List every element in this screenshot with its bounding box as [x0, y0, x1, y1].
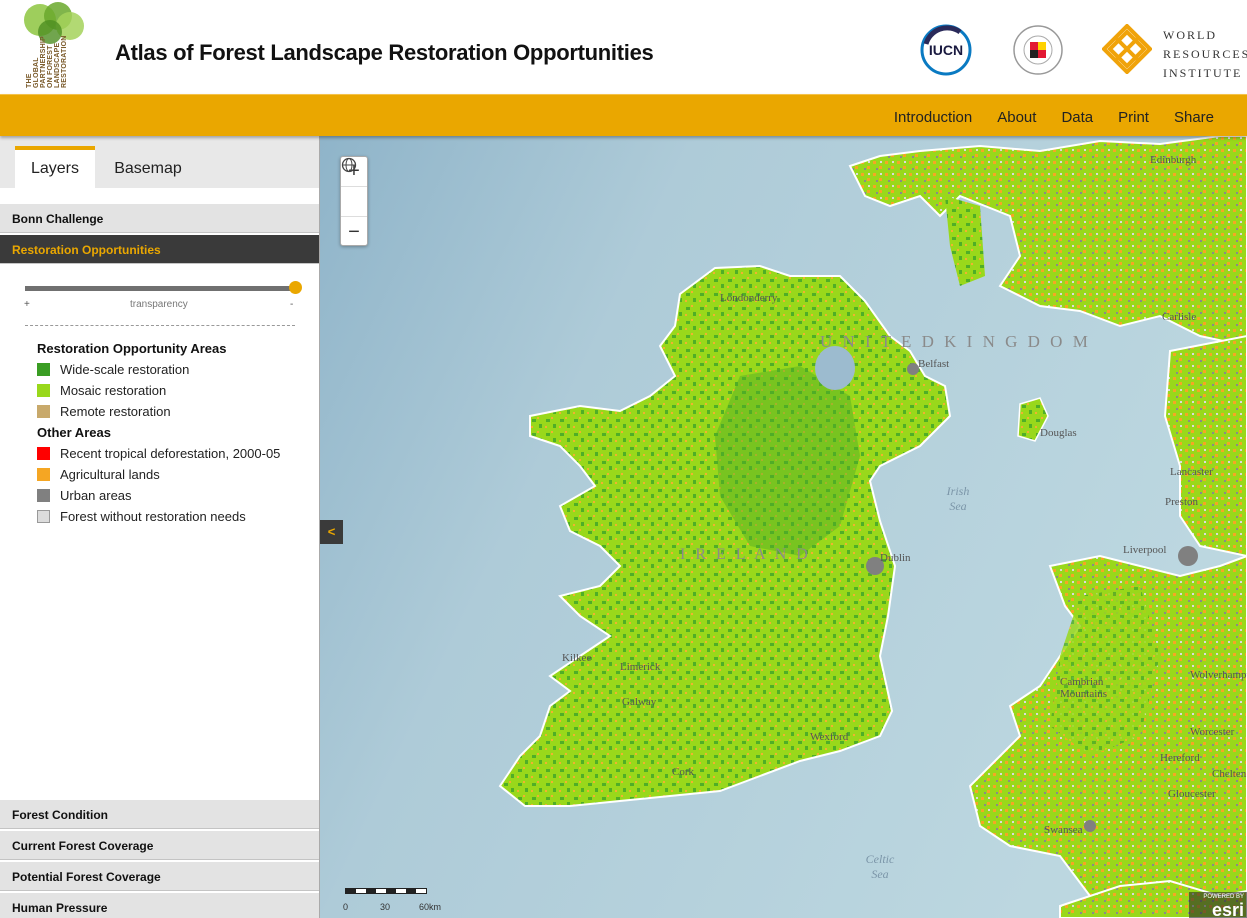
legend-item: Mosaic restoration [37, 383, 317, 404]
legend: Restoration Opportunity Areas Wide-scale… [37, 341, 317, 530]
globe-icon [341, 157, 357, 173]
cambrian-mountains-label: Cambrian Mountains [1060, 676, 1108, 700]
legend-item: Wide-scale restoration [37, 362, 317, 383]
section-human-pressure[interactable]: Human Pressure [0, 892, 319, 918]
legend-swatch [37, 384, 50, 397]
scale-label-60km: 60km [419, 902, 442, 912]
city-wolverhampton: Wolverhampton [1190, 669, 1247, 681]
legend-swatch [37, 468, 50, 481]
legend-item: Remote restoration [37, 404, 317, 425]
wri-line-2: RESOURCES [1163, 47, 1247, 61]
esri-attribution[interactable]: POWERED BY esri [1189, 892, 1247, 918]
wri-text: WORLD RESOURCES INSTITUTE [1163, 26, 1247, 83]
partnership-logo-text: THE GLOBAL PARTNERSHIP ON FOREST LANDSCA… [26, 35, 68, 89]
section-bonn-challenge[interactable]: Bonn Challenge [0, 203, 319, 233]
legend-swatch [37, 489, 50, 502]
transparency-slider-handle[interactable] [289, 281, 302, 294]
map-view[interactable]: U N I T E D K I N G D O M I R E L A N D … [320, 136, 1247, 918]
legend-item: Recent tropical deforestation, 2000-05 [37, 446, 317, 467]
swansea-urban [1084, 820, 1096, 832]
nav-data[interactable]: Data [1061, 109, 1093, 126]
city-swansea: Swansea [1044, 824, 1083, 836]
map-canvas[interactable] [320, 136, 1247, 918]
scale-label-30: 30 [380, 902, 391, 912]
city-douglas: Douglas [1040, 427, 1077, 439]
nav-print[interactable]: Print [1118, 109, 1149, 126]
main-navbar: Introduction About Data Print Share [0, 94, 1247, 136]
city-carlisle: Carlisle [1162, 311, 1197, 323]
city-limerick: Limerick [620, 661, 661, 673]
celtic-sea-label: Celtic Sea [865, 852, 895, 881]
wri-logo-icon[interactable] [1102, 24, 1152, 74]
legend-label: Recent tropical deforestation, 2000-05 [60, 446, 281, 461]
legend-label: Wide-scale restoration [60, 362, 190, 377]
transparency-label: transparency [130, 299, 188, 310]
city-hereford: Hereford [1160, 752, 1200, 764]
lough-neagh [815, 346, 855, 390]
university-of-maryland-seal-icon[interactable] [1012, 24, 1064, 76]
legend-swatch [37, 363, 50, 376]
sidebar-tabs: Layers Basemap [0, 136, 319, 188]
city-liverpool: Liverpool [1123, 544, 1167, 556]
slider-minus-label: - [290, 299, 294, 310]
legend-swatch [37, 510, 50, 523]
iucn-label: IUCN [929, 42, 963, 58]
legend-label: Mosaic restoration [60, 383, 167, 398]
esri-logo: esri [1211, 900, 1244, 918]
city-wexford: Wexford [810, 731, 849, 743]
city-galway: Galway [622, 696, 657, 708]
section-current-forest-coverage[interactable]: Current Forest Coverage [0, 830, 319, 860]
wri-line-1: WORLD [1163, 28, 1217, 42]
legend-swatch [37, 405, 50, 418]
header: THE GLOBAL PARTNERSHIP ON FOREST LANDSCA… [0, 0, 1247, 94]
city-kilkee: Kilkee [562, 652, 592, 664]
legend-item: Urban areas [37, 488, 317, 509]
city-lancaster: Lancaster [1170, 466, 1213, 478]
section-forest-condition[interactable]: Forest Condition [0, 799, 319, 829]
nav-menu: Introduction About Data Print Share [894, 109, 1214, 126]
city-edinburgh: Edinburgh [1150, 154, 1197, 166]
city-belfast: Belfast [918, 358, 950, 370]
page-title: Atlas of Forest Landscape Restoration Op… [115, 40, 654, 65]
scale-label-0: 0 [343, 902, 349, 912]
divider [25, 325, 295, 326]
city-londonderry: Londonderry [720, 292, 778, 304]
layers-sidebar: Layers Basemap Bonn Challenge Restoratio… [0, 136, 320, 918]
legend-item: Forest without restoration needs [37, 509, 317, 530]
legend-group-title: Restoration Opportunity Areas [37, 341, 227, 356]
city-preston: Preston [1165, 496, 1198, 508]
city-dublin: Dublin [880, 552, 911, 564]
city-worcester: Worcester [1190, 726, 1235, 738]
globe-home-icon[interactable] [341, 157, 367, 217]
tab-basemap[interactable]: Basemap [100, 146, 196, 188]
legend-label: Agricultural lands [60, 467, 160, 482]
nav-share[interactable]: Share [1174, 109, 1214, 126]
irish-sea-label: Irish Sea [946, 484, 970, 513]
transparency-slider-track[interactable] [25, 286, 295, 291]
city-cheltenham: Chelten [1212, 768, 1247, 780]
nav-about[interactable]: About [997, 109, 1036, 126]
section-restoration-opportunities[interactable]: Restoration Opportunities [0, 234, 319, 264]
city-cork: Cork [672, 766, 694, 778]
zoom-out-button[interactable]: − [341, 217, 367, 247]
legend-label: Urban areas [60, 488, 132, 503]
legend-label: Remote restoration [60, 404, 171, 419]
city-gloucester: Gloucester [1168, 788, 1216, 800]
scale-bar [345, 888, 427, 894]
legend-item: Agricultural lands [37, 467, 317, 488]
liverpool-urban [1178, 546, 1198, 566]
wri-line-3: INSTITUTE [1163, 66, 1243, 80]
collapse-sidebar-button[interactable]: < [320, 520, 343, 544]
legend-label: Forest without restoration needs [60, 509, 246, 524]
ireland-country-label: I R E L A N D [680, 546, 811, 563]
uk-country-label: U N I T E D K I N G D O M [820, 332, 1091, 351]
zoom-control: + − [340, 156, 368, 246]
legend-group-title: Other Areas [37, 425, 111, 440]
tab-layers[interactable]: Layers [15, 146, 95, 188]
legend-swatch [37, 447, 50, 460]
slider-plus-label: + [24, 299, 30, 310]
iucn-logo[interactable]: IUCN [920, 24, 972, 76]
section-potential-forest-coverage[interactable]: Potential Forest Coverage [0, 861, 319, 891]
nav-introduction[interactable]: Introduction [894, 109, 972, 126]
